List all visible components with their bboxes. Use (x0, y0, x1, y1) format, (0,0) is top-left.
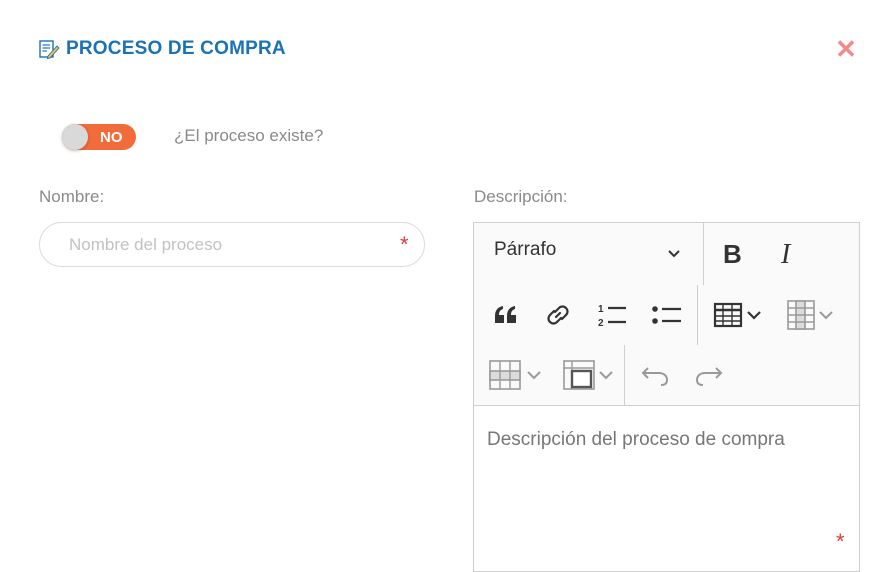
toolbar-separator (697, 285, 698, 345)
table-row-button[interactable] (484, 357, 544, 393)
undo-icon (641, 367, 669, 386)
bold-icon: B (723, 241, 742, 267)
numbered-list-icon: 1 2 (598, 304, 626, 329)
insert-table-button[interactable] (708, 297, 768, 333)
bulleted-list-button[interactable] (648, 297, 686, 333)
blockquote-icon (495, 306, 516, 323)
redo-button[interactable] (690, 357, 728, 393)
merge-cells-icon (563, 360, 613, 390)
edit-document-icon (38, 38, 60, 60)
process-name-input[interactable] (39, 222, 425, 267)
editor-content-placeholder[interactable]: Descripción del proceso de compra (487, 429, 785, 451)
toggle-state-label: NO (100, 129, 123, 146)
description-label: Descripción: (474, 187, 568, 206)
numbered-list-button[interactable]: 1 2 (592, 297, 632, 333)
modal-title: PROCESO DE COMPRA (66, 38, 286, 59)
svg-text:1: 1 (598, 304, 604, 315)
toggle-knob[interactable] (62, 124, 88, 150)
name-required-mark: * (400, 232, 409, 257)
chevron-down-icon (666, 245, 682, 261)
close-icon[interactable]: ✕ (835, 34, 857, 64)
description-rich-text-editor: Párrafo B I 1 2 Descripción del proceso … (473, 222, 860, 572)
heading-select[interactable]: Párrafo (494, 239, 684, 265)
name-label: Nombre: (39, 187, 105, 206)
link-icon (547, 305, 569, 325)
toolbar-separator (703, 223, 704, 285)
svg-text:B: B (723, 241, 742, 267)
modal-header: PROCESO DE COMPRA (38, 38, 286, 60)
toolbar-separator (624, 345, 625, 405)
svg-text:I: I (780, 241, 792, 267)
table-column-icon (787, 300, 833, 330)
heading-select-value: Párrafo (494, 239, 557, 260)
italic-icon: I (780, 241, 792, 267)
italic-button[interactable]: I (770, 236, 806, 272)
link-button[interactable] (540, 297, 576, 333)
editor-toolbar: Párrafo B I 1 2 (474, 223, 859, 406)
process-exists-toggle[interactable]: NO (62, 124, 136, 150)
undo-button[interactable] (636, 357, 674, 393)
merge-cells-button[interactable] (558, 357, 618, 393)
description-required-mark: * (836, 529, 845, 554)
bulleted-list-icon (652, 306, 681, 324)
insert-table-icon (713, 302, 761, 328)
redo-icon (695, 367, 723, 386)
bold-button[interactable]: B (714, 236, 752, 272)
blockquote-button[interactable] (488, 297, 524, 333)
close-button[interactable]: ✕ (834, 36, 858, 62)
toggle-question-label: ¿El proceso existe? (174, 126, 324, 145)
purchase-process-modal: PROCESO DE COMPRA ✕ NO ¿El proceso exist… (0, 0, 886, 572)
table-column-button[interactable] (780, 297, 840, 333)
table-row-icon (489, 360, 541, 390)
svg-text:2: 2 (598, 318, 604, 329)
